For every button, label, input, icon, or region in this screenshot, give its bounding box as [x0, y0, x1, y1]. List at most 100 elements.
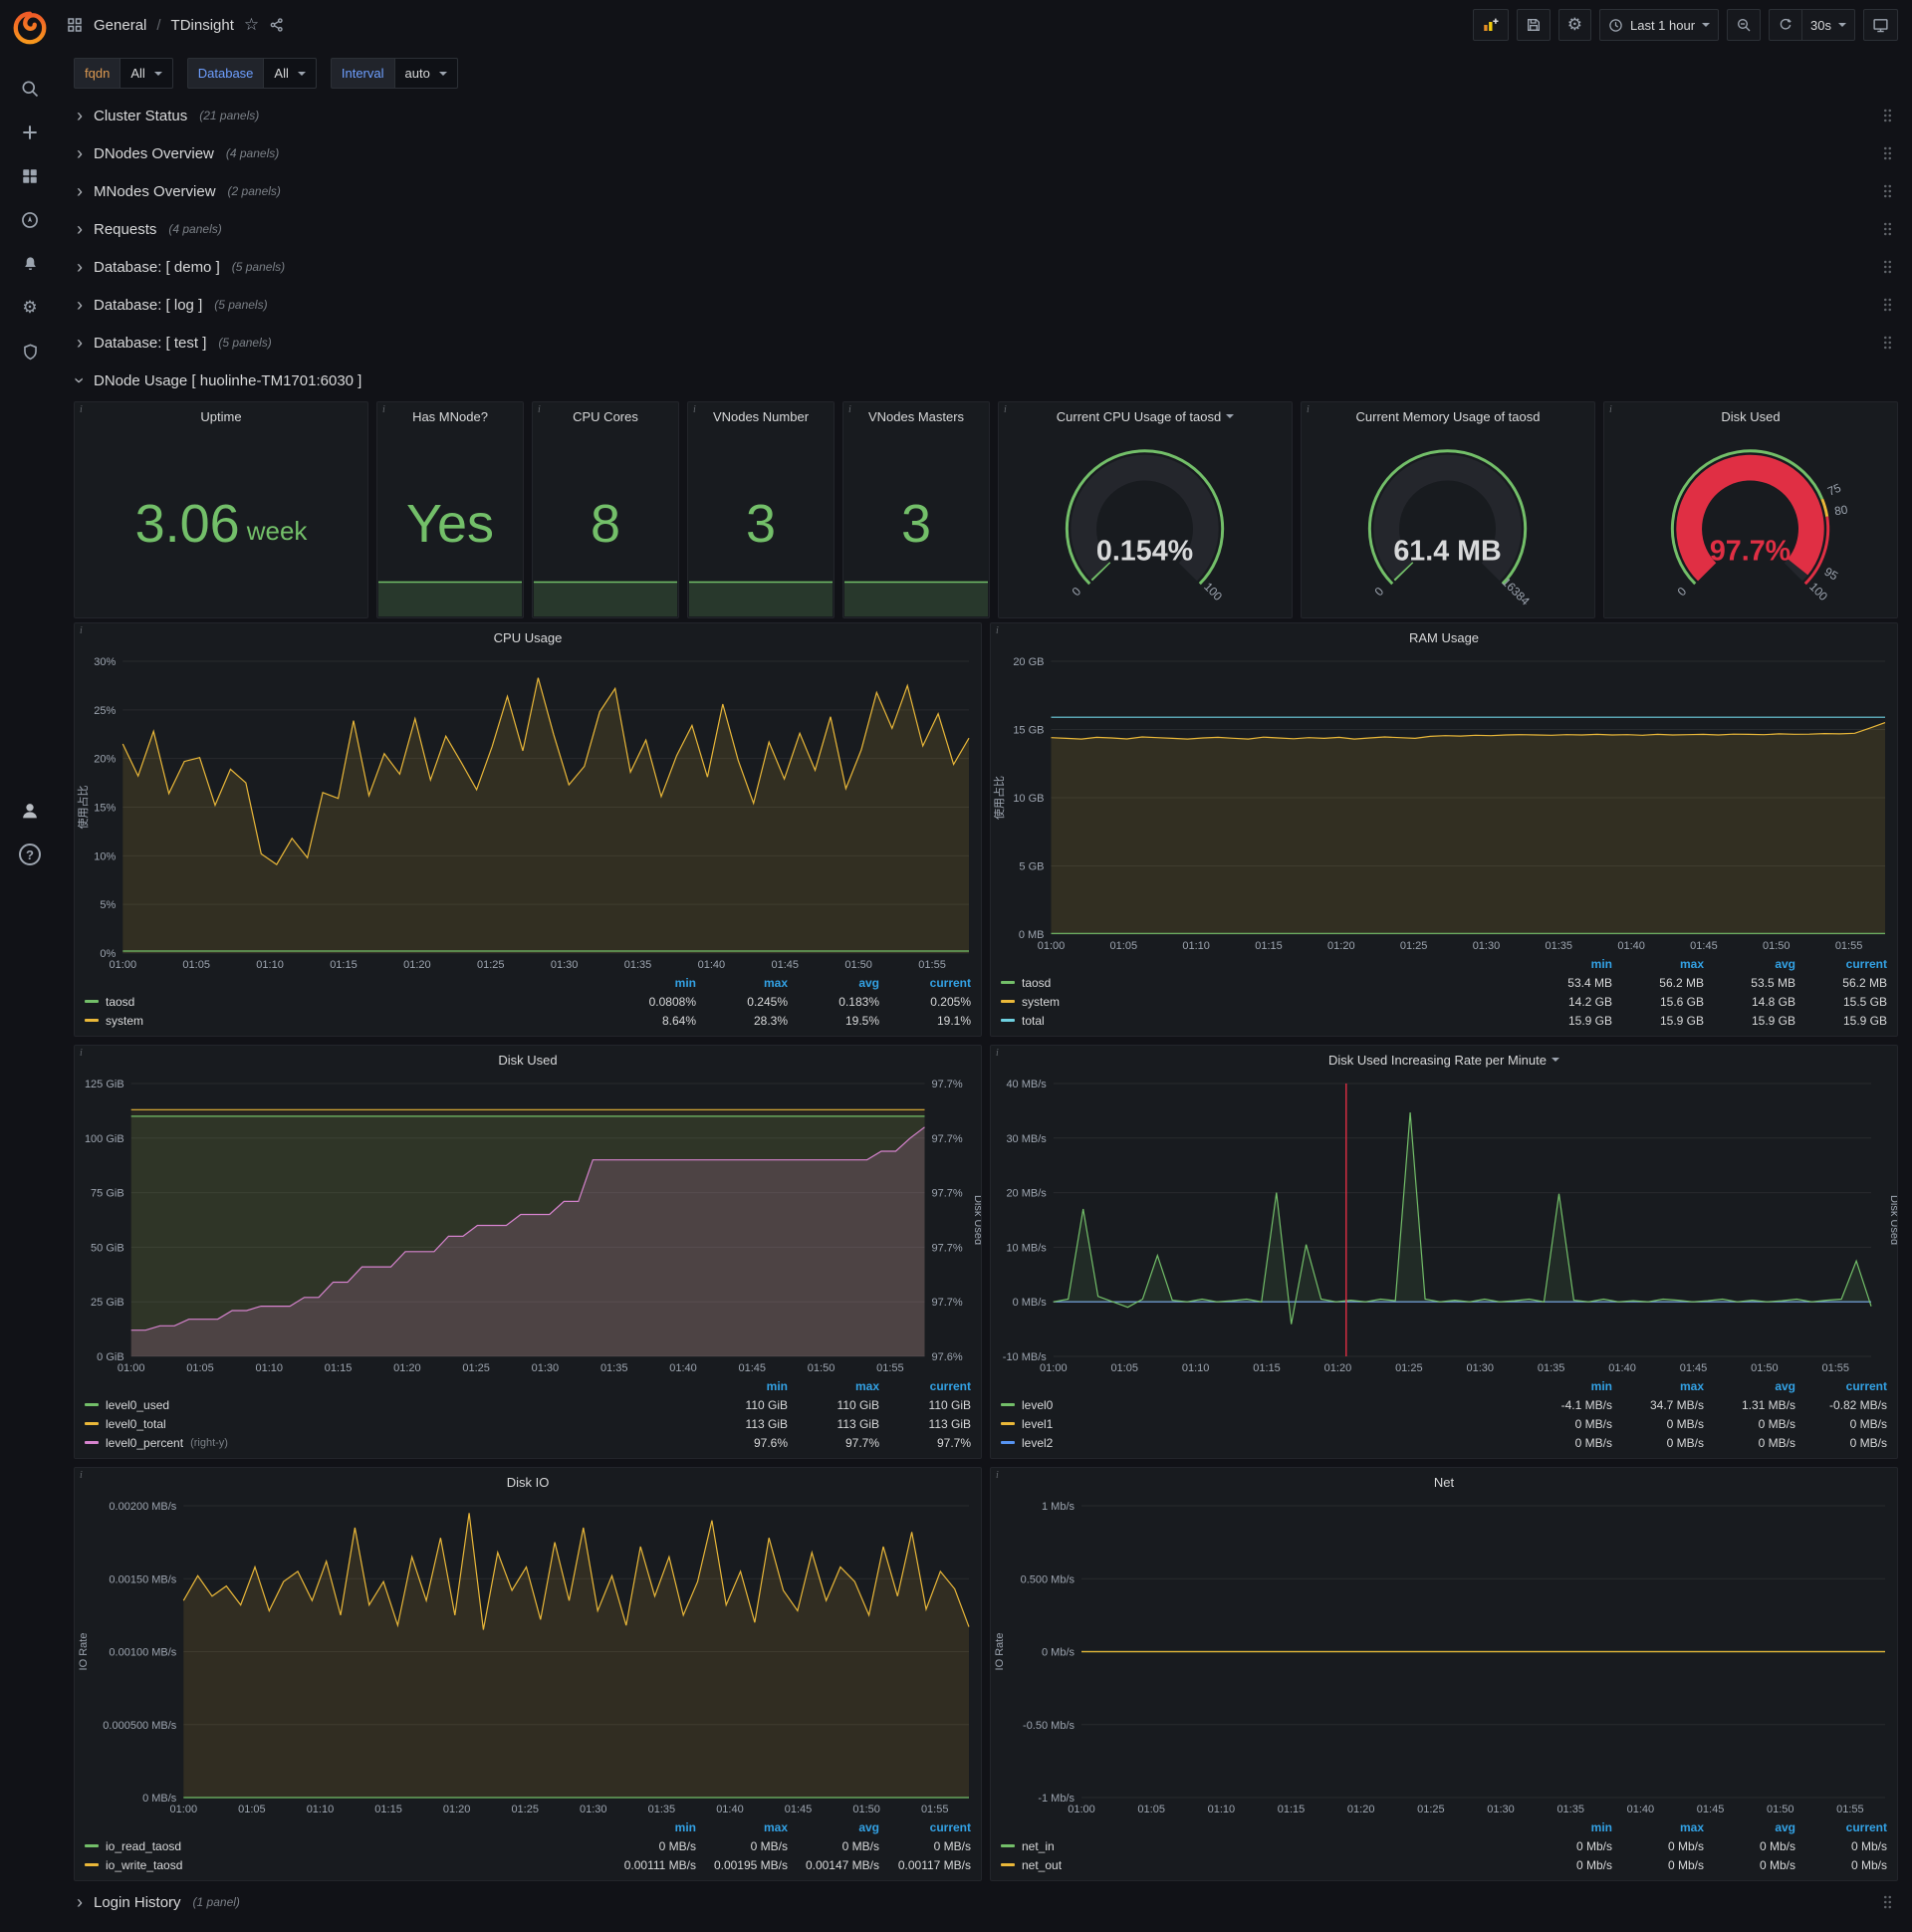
add-icon[interactable]: [0, 111, 60, 154]
configuration-gear-icon[interactable]: ⚙: [0, 286, 60, 330]
panel-info-icon[interactable]: i: [80, 1470, 83, 1481]
legend-column-max[interactable]: max: [1612, 957, 1704, 971]
legend-column-max[interactable]: max: [696, 1820, 788, 1834]
legend-column-min[interactable]: min: [1521, 1820, 1612, 1834]
series-name[interactable]: io_write_taosd: [106, 1858, 182, 1872]
dashboard-row-database-test[interactable]: › Database: [ test ] (5 panels): [74, 326, 1898, 360]
series-name[interactable]: system: [106, 1014, 143, 1028]
legend-column-avg[interactable]: avg: [1704, 957, 1795, 971]
save-dashboard-button[interactable]: [1516, 9, 1551, 41]
search-icon[interactable]: [0, 67, 60, 111]
row-drag-handle[interactable]: [1883, 259, 1892, 275]
panel-title[interactable]: RAM Usage: [991, 623, 1897, 651]
series-name[interactable]: level0_percent: [106, 1436, 183, 1450]
panel-info-icon[interactable]: i: [80, 1048, 83, 1059]
variable-value-dropdown[interactable]: All: [263, 58, 317, 89]
panel-info-icon[interactable]: i: [80, 404, 83, 415]
series-name[interactable]: level0: [1022, 1398, 1053, 1412]
refresh-button[interactable]: [1769, 9, 1803, 41]
panel-info-icon[interactable]: i: [382, 404, 385, 415]
panel-info-icon[interactable]: i: [538, 404, 541, 415]
legend-column-max[interactable]: max: [1612, 1379, 1704, 1393]
row-drag-handle[interactable]: [1883, 221, 1892, 237]
dashboard-row-login-history[interactable]: › Login History (1 panel): [74, 1885, 1898, 1919]
panel-title[interactable]: Disk Used: [1604, 402, 1897, 430]
zoom-out-button[interactable]: [1727, 9, 1762, 41]
variable-label[interactable]: Interval: [330, 58, 394, 89]
legend-column-current[interactable]: current: [879, 1379, 971, 1393]
dashboard-row-requests[interactable]: › Requests (4 panels): [74, 212, 1898, 246]
row-drag-handle[interactable]: [1883, 108, 1892, 123]
legend-column-current[interactable]: current: [879, 1820, 971, 1834]
panel-info-icon[interactable]: i: [996, 1048, 999, 1059]
row-drag-handle[interactable]: [1883, 1894, 1892, 1910]
panel-info-icon[interactable]: i: [1307, 404, 1310, 415]
panel-title[interactable]: Net: [991, 1468, 1897, 1496]
legend-column-current[interactable]: current: [1795, 957, 1887, 971]
legend-column-avg[interactable]: avg: [1704, 1379, 1795, 1393]
explore-compass-icon[interactable]: [0, 198, 60, 242]
panel-title[interactable]: CPU Usage: [75, 623, 981, 651]
breadcrumb-title[interactable]: TDinsight: [171, 17, 234, 34]
legend-column-current[interactable]: current: [1795, 1820, 1887, 1834]
legend-column-min[interactable]: min: [604, 1820, 696, 1834]
panel-info-icon[interactable]: i: [996, 625, 999, 636]
time-range-picker[interactable]: Last 1 hour: [1598, 9, 1720, 41]
dashboards-breadcrumb-icon[interactable]: [66, 16, 84, 34]
panel-info-icon[interactable]: i: [80, 625, 83, 636]
series-name[interactable]: total: [1022, 1014, 1045, 1028]
panel-title[interactable]: Disk Used: [75, 1046, 981, 1074]
panel-title[interactable]: VNodes Masters: [843, 402, 989, 430]
dashboard-row-mnodes-overview[interactable]: › MNodes Overview (2 panels): [74, 174, 1898, 208]
legend-column-min[interactable]: min: [1521, 957, 1612, 971]
panel-info-icon[interactable]: i: [848, 404, 851, 415]
panel-title[interactable]: VNodes Number: [688, 402, 834, 430]
series-name[interactable]: io_read_taosd: [106, 1839, 181, 1853]
series-name[interactable]: level1: [1022, 1417, 1053, 1431]
panel-title[interactable]: Current CPU Usage of taosd: [999, 402, 1292, 430]
variable-value-dropdown[interactable]: auto: [393, 58, 458, 89]
legend-column-avg[interactable]: avg: [788, 1820, 879, 1834]
series-name[interactable]: system: [1022, 995, 1060, 1009]
variable-label[interactable]: fqdn: [74, 58, 120, 89]
user-avatar[interactable]: [0, 789, 60, 833]
series-name[interactable]: level2: [1022, 1436, 1053, 1450]
panel-title[interactable]: CPU Cores: [533, 402, 678, 430]
dashboard-row-database-demo[interactable]: › Database: [ demo ] (5 panels): [74, 250, 1898, 284]
share-icon[interactable]: [269, 17, 285, 33]
cycle-view-mode-button[interactable]: [1863, 9, 1898, 41]
dashboard-row-cluster-status[interactable]: › Cluster Status (21 panels): [74, 99, 1898, 132]
row-drag-handle[interactable]: [1883, 183, 1892, 199]
panel-title[interactable]: Has MNode?: [377, 402, 523, 430]
server-admin-shield-icon[interactable]: [0, 330, 60, 373]
refresh-interval-button[interactable]: 30s: [1802, 9, 1855, 41]
legend-column-avg[interactable]: avg: [1704, 1820, 1795, 1834]
legend-column-current[interactable]: current: [879, 976, 971, 990]
star-icon[interactable]: ☆: [244, 15, 259, 35]
panel-title[interactable]: Disk IO: [75, 1468, 981, 1496]
legend-column-min[interactable]: min: [604, 976, 696, 990]
dashboard-row-dnode-usage-huolinhe-tm1701-6030[interactable]: › DNode Usage [ huolinhe-TM1701:6030 ]: [70, 363, 1898, 397]
legend-column-current[interactable]: current: [1795, 1379, 1887, 1393]
legend-column-max[interactable]: max: [696, 976, 788, 990]
series-name[interactable]: net_in: [1022, 1839, 1055, 1853]
variable-label[interactable]: Database: [186, 58, 264, 89]
legend-column-min[interactable]: min: [1521, 1379, 1612, 1393]
legend-column-min[interactable]: min: [696, 1379, 788, 1393]
panel-info-icon[interactable]: i: [693, 404, 696, 415]
legend-column-avg[interactable]: avg: [788, 976, 879, 990]
panel-title[interactable]: Uptime: [75, 402, 367, 430]
help-icon[interactable]: ?: [0, 833, 60, 876]
add-panel-button[interactable]: [1472, 9, 1509, 41]
dashboard-row-database-log[interactable]: › Database: [ log ] (5 panels): [74, 288, 1898, 322]
panel-info-icon[interactable]: i: [1609, 404, 1612, 415]
legend-column-max[interactable]: max: [788, 1379, 879, 1393]
breadcrumb-folder[interactable]: General: [94, 17, 146, 34]
row-drag-handle[interactable]: [1883, 297, 1892, 313]
dashboards-icon[interactable]: [0, 154, 60, 198]
row-drag-handle[interactable]: [1883, 145, 1892, 161]
series-name[interactable]: taosd: [106, 995, 134, 1009]
row-drag-handle[interactable]: [1883, 335, 1892, 351]
dashboard-settings-button[interactable]: ⚙: [1557, 9, 1591, 41]
variable-value-dropdown[interactable]: All: [120, 58, 173, 89]
